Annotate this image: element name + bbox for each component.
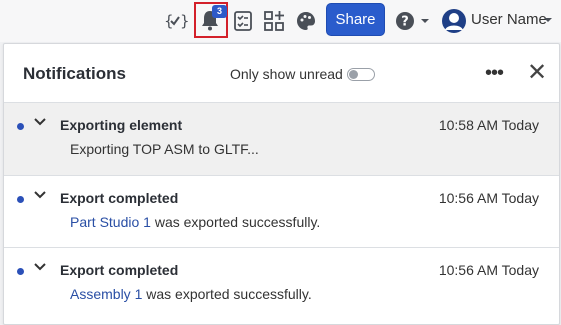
notification-body: Part Studio 1 was exported successfully. xyxy=(70,214,320,230)
unread-filter-label: Only show unread xyxy=(230,66,343,82)
top-toolbar: { } 3 xyxy=(0,0,561,42)
notification-time: 10:56 AM Today xyxy=(438,190,539,206)
notification-link[interactable]: Assembly 1 xyxy=(70,286,142,302)
avatar[interactable] xyxy=(441,8,467,34)
chevron-down-icon[interactable] xyxy=(33,115,47,129)
palette-icon[interactable] xyxy=(292,7,320,35)
svg-text:}: } xyxy=(180,12,188,30)
notification-title: Export completed xyxy=(60,262,179,278)
unread-dot xyxy=(17,123,24,130)
variable-check-icon[interactable]: { } xyxy=(162,7,190,35)
unread-dot xyxy=(17,196,24,203)
notification-text: was exported successfully. xyxy=(142,286,312,302)
apps-icon[interactable] xyxy=(260,7,288,35)
notification-item[interactable]: Export completed 10:56 AM Today Part Stu… xyxy=(4,176,559,248)
notification-time: 10:58 AM Today xyxy=(438,117,539,133)
close-icon[interactable]: ✕ xyxy=(527,58,547,87)
notification-text: was exported successfully. xyxy=(150,214,321,230)
notification-title: Exporting element xyxy=(60,117,183,133)
notification-text: Exporting TOP ASM to GLTF... xyxy=(70,141,259,157)
chevron-down-icon[interactable] xyxy=(541,12,555,28)
notification-body: Assembly 1 was exported successfully. xyxy=(70,286,312,302)
notification-title: Export completed xyxy=(60,190,179,206)
notification-time: 10:56 AM Today xyxy=(438,262,539,278)
svg-text:?: ? xyxy=(401,15,409,30)
notification-link[interactable]: Part Studio 1 xyxy=(70,214,151,230)
checklist-icon[interactable] xyxy=(229,7,257,35)
unread-toggle[interactable] xyxy=(347,68,375,81)
chevron-down-icon[interactable] xyxy=(33,260,47,274)
user-name[interactable]: User Name xyxy=(471,11,547,28)
notification-body: Exporting TOP ASM to GLTF... xyxy=(70,141,259,157)
notification-item[interactable]: Export completed 10:56 AM Today Assembly… xyxy=(4,248,559,320)
chevron-down-icon[interactable] xyxy=(33,188,47,202)
notifications-panel: Notifications Only show unread ••• ✕ Exp… xyxy=(3,43,560,325)
help-menu[interactable]: ? xyxy=(393,7,435,35)
panel-title: Notifications xyxy=(23,64,126,83)
share-button[interactable]: Share xyxy=(326,3,385,36)
more-options-icon[interactable]: ••• xyxy=(485,62,504,85)
notification-item[interactable]: Exporting element 10:58 AM Today Exporti… xyxy=(4,103,559,175)
unread-dot xyxy=(17,268,24,275)
notification-count-badge: 3 xyxy=(212,5,227,18)
help-icon: ? xyxy=(396,12,429,30)
